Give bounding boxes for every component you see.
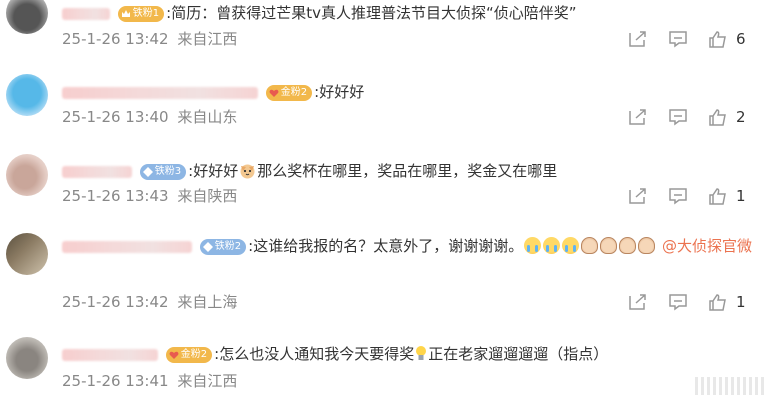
avatar[interactable] — [6, 233, 48, 275]
comment-text: 铁粉3 :好好好 那么奖杯在哪里，奖品在哪里，奖金又在哪里 — [62, 158, 752, 184]
avatar[interactable] — [6, 337, 48, 379]
comment-content: 那么奖杯在哪里，奖品在哪里，奖金又在哪里 — [257, 162, 558, 180]
comment-text: 铁粉1 :简历：曾获得过芒果tv真人推理普法节目大侦探“侦心陪伴奖” — [62, 0, 752, 26]
reply-button[interactable] — [668, 29, 688, 49]
heart-icon — [269, 89, 279, 97]
comment-time: 25-1-26 13:42 — [62, 293, 169, 311]
share-button[interactable] — [628, 186, 648, 206]
crying-emoji-icon — [562, 237, 580, 254]
clap-emoji-icon — [638, 237, 656, 254]
comment-location: 来自上海 — [177, 293, 238, 311]
fan-badge[interactable]: 金粉2 — [265, 84, 313, 101]
comment-location: 来自陕西 — [177, 187, 238, 205]
cat-emoji-icon — [240, 164, 255, 179]
comment-actions: 1 — [628, 292, 758, 312]
comment-text: 金粉2 :怎么也没人通知我今天要得奖 正在老家遛遛遛遛（指点） — [62, 341, 752, 367]
like-button[interactable]: 6 — [708, 29, 746, 49]
crying-emoji-icon — [524, 237, 542, 254]
comment-meta: 25-1-26 13:41 来自江西 — [62, 371, 237, 391]
share-icon — [629, 294, 646, 310]
comment-content: :这谁给我报的名？太意外了，谢谢谢谢。 — [248, 237, 524, 255]
crown-icon — [121, 9, 130, 17]
comment-text: 金粉2 :好好好 — [62, 79, 752, 105]
fan-badge[interactable]: 铁粉2 — [199, 238, 247, 255]
like-button[interactable]: 1 — [708, 186, 746, 206]
badge-label: 金粉2 — [280, 86, 308, 98]
comment-location: 来自山东 — [177, 108, 238, 126]
blurred-username[interactable] — [62, 7, 110, 20]
blurred-username[interactable] — [62, 86, 258, 99]
comment-actions: 6 — [628, 29, 758, 49]
comment-time: 25-1-26 13:42 — [62, 30, 169, 48]
share-icon — [629, 188, 646, 204]
share-button[interactable] — [628, 292, 648, 312]
lightbulb-emoji-icon — [416, 346, 427, 360]
blurred-username[interactable] — [62, 240, 192, 253]
comment-icon — [669, 294, 687, 311]
comment-content: :怎么也没人通知我今天要得奖 — [214, 345, 415, 363]
reply-button[interactable] — [668, 292, 688, 312]
avatar[interactable] — [6, 154, 48, 196]
fan-badge[interactable]: 金粉2 — [165, 346, 213, 363]
comment-time: 25-1-26 13:40 — [62, 108, 169, 126]
comment-actions: 2 — [628, 107, 758, 127]
badge-label: 铁粉1 — [132, 7, 160, 19]
like-count: 2 — [736, 108, 746, 126]
like-count: 1 — [736, 293, 746, 311]
crying-emoji-icon — [543, 237, 561, 254]
blurred-username[interactable] — [62, 165, 132, 178]
share-icon — [629, 31, 646, 47]
comment-meta: 25-1-26 13:43 来自陕西 — [62, 186, 237, 206]
avatar[interactable] — [6, 0, 48, 34]
comment-location: 来自江西 — [177, 30, 238, 48]
horizontal-scrollbar[interactable] — [695, 377, 765, 395]
share-button[interactable] — [628, 107, 648, 127]
fan-badge[interactable]: 铁粉1 — [117, 5, 165, 22]
thumbs-up-icon — [709, 31, 726, 48]
blurred-username[interactable] — [62, 348, 158, 361]
comment-icon — [669, 31, 687, 48]
diamond-icon — [202, 241, 213, 252]
reply-button[interactable] — [668, 186, 688, 206]
comment-meta: 25-1-26 13:42 来自江西 — [62, 29, 237, 49]
badge-label: 铁粉2 — [214, 240, 242, 252]
comment-time: 25-1-26 13:41 — [62, 372, 169, 390]
avatar[interactable] — [6, 74, 48, 116]
comment-content: :简历：曾获得过芒果tv真人推理普法节目大侦探“侦心陪伴奖” — [166, 4, 577, 22]
comment-text: 铁粉2 :这谁给我报的名？太意外了，谢谢谢谢。 — [62, 233, 752, 259]
comment-content: :好好好 — [188, 162, 239, 180]
comment-meta: 25-1-26 13:42 来自上海 — [62, 292, 237, 312]
mention-link[interactable]: @大侦探官微 — [662, 233, 762, 259]
comment-time: 25-1-26 13:43 — [62, 187, 169, 205]
comment-content: :好好好 — [314, 83, 365, 101]
clap-emoji-icon — [600, 237, 618, 254]
badge-label: 金粉2 — [180, 348, 208, 360]
share-button[interactable] — [628, 29, 648, 49]
thumbs-up-icon — [709, 294, 726, 311]
comment-meta: 25-1-26 13:40 来自山东 — [62, 107, 237, 127]
clap-emoji-icon — [619, 237, 637, 254]
comment-text-continued: @大侦探官微 — [662, 233, 762, 259]
badge-label: 铁粉3 — [154, 165, 182, 177]
like-button[interactable]: 1 — [708, 292, 746, 312]
like-button[interactable]: 2 — [708, 107, 746, 127]
comment-icon — [669, 188, 687, 205]
heart-icon — [169, 351, 179, 359]
clap-emoji-icon — [581, 237, 599, 254]
share-icon — [629, 109, 646, 125]
thumbs-up-icon — [709, 109, 726, 126]
fan-badge[interactable]: 铁粉3 — [139, 163, 187, 180]
comment-actions: 1 — [628, 186, 758, 206]
thumbs-up-icon — [709, 188, 726, 205]
reply-button[interactable] — [668, 107, 688, 127]
like-count: 6 — [736, 30, 746, 48]
diamond-icon — [142, 166, 153, 177]
comment-content: 正在老家遛遛遛遛（指点） — [428, 345, 609, 363]
comment-location: 来自江西 — [177, 372, 238, 390]
like-count: 1 — [736, 187, 746, 205]
comment-icon — [669, 109, 687, 126]
